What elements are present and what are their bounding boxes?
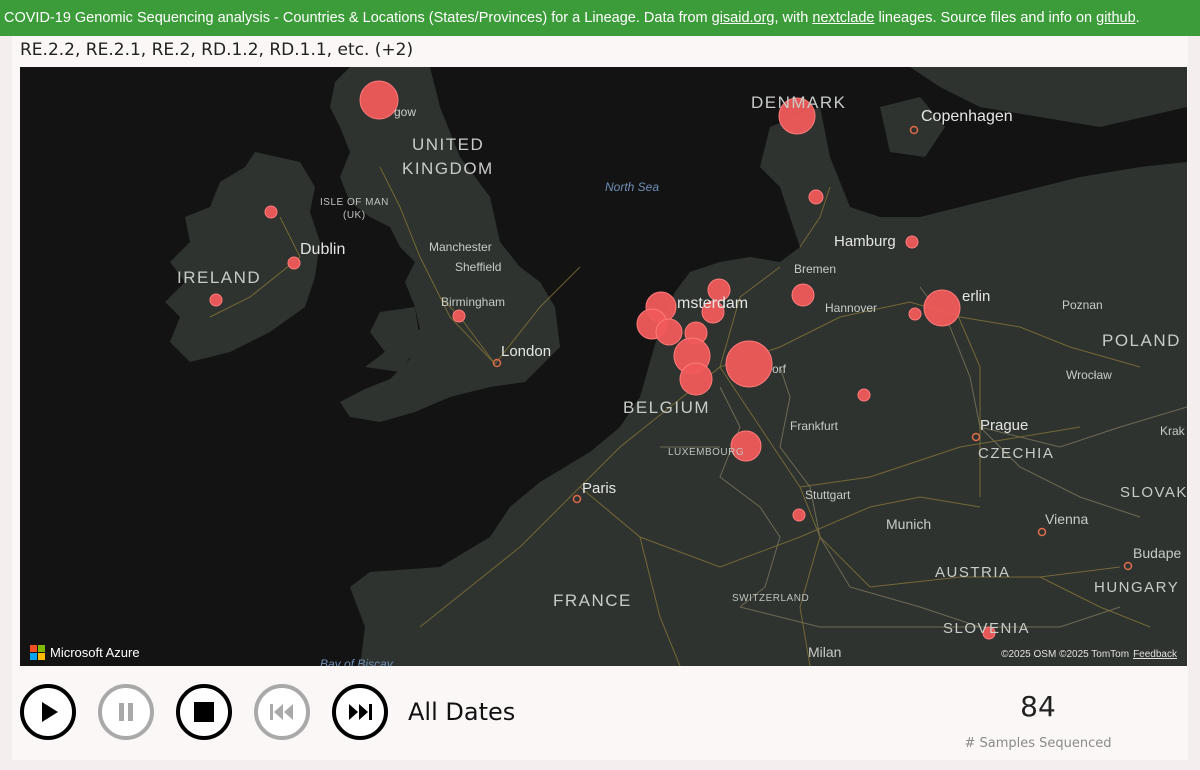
banner-text: , with bbox=[774, 10, 813, 26]
microsoft-logo-icon bbox=[30, 645, 45, 660]
pause-icon bbox=[119, 703, 133, 721]
map-label-denmark: DENMARK bbox=[751, 93, 847, 112]
map-label-amsterdam: msterdam bbox=[677, 295, 749, 312]
map-label-stuttgart: Stuttgart bbox=[805, 488, 851, 502]
map-label-france: FRANCE bbox=[553, 591, 632, 610]
map-label-bremen: Bremen bbox=[794, 262, 837, 276]
map-label-birmingham: Birmingham bbox=[441, 295, 506, 309]
samples-count-label: # Samples Sequenced bbox=[964, 736, 1112, 751]
map-label-belgium: BELGIUM bbox=[623, 398, 711, 417]
map-label-hamburg: Hamburg bbox=[834, 233, 896, 250]
sample-bubble[interactable] bbox=[908, 307, 922, 321]
skip-previous-button[interactable] bbox=[254, 684, 310, 740]
map-label-berlin: erlin bbox=[962, 288, 991, 305]
map-label-isle-of-man: ISLE OF MAN bbox=[320, 197, 389, 208]
microsoft-azure-branding[interactable]: Microsoft Azure bbox=[30, 645, 140, 660]
playback-controls: All Dates bbox=[20, 680, 515, 744]
map-label-paris: Paris bbox=[582, 480, 617, 497]
nextclade-link[interactable]: nextclade bbox=[812, 10, 874, 26]
sample-bubble[interactable] bbox=[359, 80, 399, 120]
feedback-link[interactable]: Feedback bbox=[1133, 649, 1177, 660]
map-label-hungary: HUNGARY bbox=[1094, 579, 1180, 596]
sample-bubble[interactable] bbox=[452, 309, 466, 323]
map-canvas bbox=[20, 67, 1187, 666]
map-label-isle-of-man-sub: (UK) bbox=[343, 210, 366, 221]
sample-bubble[interactable] bbox=[287, 256, 301, 270]
map-label-london: London bbox=[501, 343, 552, 360]
sample-bubble[interactable] bbox=[923, 289, 961, 327]
sample-bubble[interactable] bbox=[808, 189, 824, 205]
map-label-copenhagen: Copenhagen bbox=[921, 108, 1013, 125]
stop-button[interactable] bbox=[176, 684, 232, 740]
header-banner: COVID-19 Genomic Sequencing analysis - C… bbox=[0, 0, 1200, 36]
map-label-uk-line2: KINGDOM bbox=[402, 159, 494, 178]
map-label-bay-of-biscay: Bay of Biscay bbox=[320, 657, 393, 666]
map-label-slovakia: SLOVAK bbox=[1120, 484, 1187, 501]
map-attribution: ©2025 OSM ©2025 TomTom Feedback bbox=[1001, 649, 1177, 660]
sample-bubble[interactable] bbox=[905, 235, 919, 249]
sample-bubble[interactable] bbox=[725, 340, 773, 388]
map-label-manchester: Manchester bbox=[429, 240, 492, 254]
play-icon bbox=[42, 702, 58, 722]
sample-bubble[interactable] bbox=[679, 362, 713, 396]
sample-bubble[interactable] bbox=[655, 318, 683, 346]
map-label-north-sea: North Sea bbox=[605, 180, 660, 194]
banner-text: lineages. Source files and info on bbox=[874, 10, 1097, 26]
attribution-text: ©2025 OSM ©2025 TomTom bbox=[1001, 649, 1130, 660]
map-label-uk-line1: UNITED bbox=[412, 135, 485, 154]
sample-bubble[interactable] bbox=[792, 508, 806, 522]
map-label-munich: Munich bbox=[886, 516, 932, 532]
map-view[interactable]: UNITED KINGDOM ISLE OF MAN (UK) IRELAND … bbox=[20, 67, 1187, 666]
date-label: All Dates bbox=[408, 698, 516, 726]
azure-label: Microsoft Azure bbox=[50, 645, 140, 660]
map-label-slovenia: SLOVENIA bbox=[943, 620, 1031, 637]
stop-icon bbox=[194, 702, 214, 722]
map-label-austria: AUSTRIA bbox=[935, 564, 1011, 581]
banner-text: COVID-19 Genomic Sequencing analysis - C… bbox=[4, 10, 712, 26]
sample-bubble[interactable] bbox=[264, 205, 278, 219]
map-label-dusseldorf: orf bbox=[772, 362, 787, 376]
samples-count: 84 bbox=[1020, 690, 1056, 723]
map-label-sheffield: Sheffield bbox=[455, 260, 502, 274]
map-label-krakow: Krak bbox=[1160, 424, 1185, 438]
skip-previous-icon bbox=[270, 704, 293, 720]
map-label-vienna: Vienna bbox=[1045, 511, 1089, 527]
map-label-wroclaw: Wrocław bbox=[1066, 368, 1112, 382]
sample-bubble[interactable] bbox=[209, 293, 223, 307]
sample-bubble[interactable] bbox=[791, 283, 815, 307]
map-label-poland: POLAND bbox=[1102, 331, 1181, 350]
gisaid-link[interactable]: gisaid.org bbox=[712, 10, 775, 26]
map-label-hannover: Hannover bbox=[825, 301, 878, 315]
play-button[interactable] bbox=[20, 684, 76, 740]
map-label-prague: Prague bbox=[980, 417, 1029, 434]
map-label-luxembourg: LUXEMBOURG bbox=[668, 447, 745, 458]
map-label-budapest: Budape bbox=[1133, 545, 1182, 561]
banner-text: . bbox=[1135, 10, 1140, 26]
github-link[interactable]: github bbox=[1096, 10, 1136, 26]
sample-bubble[interactable] bbox=[857, 388, 871, 402]
map-label-milan: Milan bbox=[808, 644, 842, 660]
map-label-glasgow: gow bbox=[394, 105, 417, 119]
map-label-dublin: Dublin bbox=[300, 241, 346, 258]
pause-button[interactable] bbox=[98, 684, 154, 740]
skip-next-icon bbox=[349, 704, 372, 720]
map-label-ireland: IRELAND bbox=[177, 268, 262, 287]
map-label-frankfurt: Frankfurt bbox=[790, 419, 839, 433]
skip-next-button[interactable] bbox=[332, 684, 388, 740]
lineage-filter-label[interactable]: RE.2.2, RE.2.1, RE.2, RD.1.2, RD.1.1, et… bbox=[20, 40, 413, 60]
map-label-czechia: CZECHIA bbox=[978, 445, 1055, 462]
map-label-switzerland: SWITZERLAND bbox=[732, 593, 810, 604]
map-label-poznan: Poznan bbox=[1062, 298, 1103, 312]
